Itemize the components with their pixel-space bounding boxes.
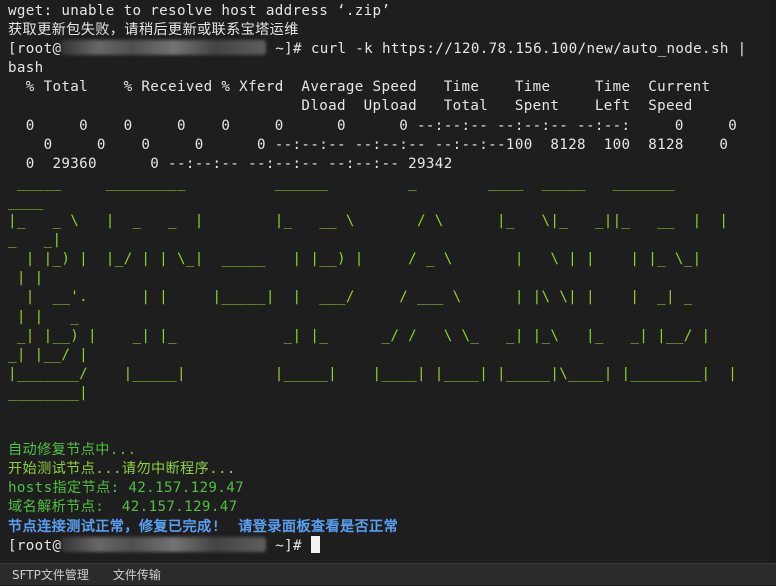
- terminal-line-text: | | _: [8, 308, 80, 325]
- terminal-line: | |_) | |_/ | | \_| _____ | |__) | / _ \…: [8, 250, 776, 269]
- terminal-line: |_______/ |_____| |_____| |____| |____| …: [8, 365, 776, 384]
- terminal-line-text: | |: [8, 270, 44, 287]
- terminal-line: _| |__) | _| |_ _| |_ _/ / \ \_ _| |_\ |…: [8, 327, 776, 346]
- terminal-line: _| |__/ |: [8, 346, 776, 365]
- terminal-line: 0 29360 0 --:--:-- --:--:-- --:--:-- 293…: [8, 155, 776, 174]
- prompt-prefix: [root@: [8, 41, 62, 58]
- terminal-line: 自动修复节点中...: [8, 441, 776, 460]
- terminal-line: |_ _ \ | _ _ | |_ __ \ / \ |_ \|_ _||_ _…: [8, 212, 776, 231]
- terminal-line: 获取更新包失败，请稍后更新或联系宝塔运维: [8, 21, 776, 40]
- terminal-line-text: Dload Upload Total Spent Left Speed: [8, 98, 693, 115]
- tab-sftp-file-manager[interactable]: SFTP文件管理: [0, 564, 101, 586]
- redacted-hostname: [61, 536, 267, 552]
- terminal-line-text: 0 29360 0 --:--:-- --:--:-- --:--:-- 293…: [8, 155, 453, 172]
- terminal-line-text: 获取更新包失败，请稍后更新或联系宝塔运维: [8, 22, 299, 39]
- terminal-line: | |: [8, 269, 776, 288]
- terminal-line-text: wget: unable to resolve host address ‘.z…: [8, 3, 391, 19]
- terminal-line: [root@ ~]# curl -k https://120.78.156.10…: [8, 40, 776, 59]
- terminal-window[interactable]: wget: unable to resolve host address ‘.z…: [0, 0, 776, 563]
- terminal-line-text: hosts指定节点: 42.157.129.47: [8, 480, 244, 497]
- terminal-line: 节点连接测试正常，修复已完成! 请登录面板查看是否正常: [8, 518, 776, 537]
- terminal-line-text: 开始测试节点...请勿中断程序...: [8, 461, 236, 478]
- prompt-prefix: [root@: [8, 537, 62, 554]
- tab-file-transfer[interactable]: 文件传输: [101, 564, 173, 586]
- terminal-line-text: 0 0 0 0 0 --:--:-- --:--:-- --:--:--100 …: [8, 136, 729, 153]
- terminal-cursor: [310, 535, 320, 553]
- terminal-line: wget: unable to resolve host address ‘.z…: [8, 2, 776, 21]
- redacted-hostname: [61, 40, 267, 56]
- terminal-line: 域名解析节点: 42.157.129.47: [8, 498, 776, 517]
- terminal-line: [root@ ~]#: [8, 535, 776, 556]
- terminal-line: bash: [8, 59, 776, 78]
- terminal-line-text: _ _|: [8, 232, 62, 249]
- terminal-line: 0 0 0 0 0 0 0 0 --:--:-- --:--:-- --:--:…: [8, 117, 776, 136]
- prompt-suffix: ~]#: [266, 537, 311, 554]
- terminal-line-text: |_______/ |_____| |_____| |____| |____| …: [8, 365, 738, 382]
- terminal-line-text: _| |__/ |: [8, 346, 89, 363]
- terminal-line-text: 域名解析节点: 42.157.129.47: [8, 499, 238, 516]
- terminal-line: _____ _________ ______ _ ____ _____ ____…: [8, 174, 776, 193]
- terminal-line-text: ____: [8, 193, 44, 210]
- terminal-line-text: 节点连接测试正常，修复已完成! 请登录面板查看是否正常: [8, 518, 399, 535]
- terminal-line: 开始测试节点...请勿中断程序...: [8, 460, 776, 479]
- terminal-line-text: curl -k https://120.78.156.100/new/auto_…: [310, 41, 747, 58]
- terminal-line: ____: [8, 193, 776, 212]
- terminal-line: hosts指定节点: 42.157.129.47: [8, 479, 776, 498]
- terminal-line: _ _|: [8, 231, 776, 250]
- terminal-line: Dload Upload Total Spent Left Speed: [8, 97, 776, 116]
- terminal-line: | __'. | | |_____| | ___/ / ___ \ | |\ \…: [8, 288, 776, 307]
- terminal-line-text: 自动修复节点中...: [8, 442, 137, 459]
- terminal-line-text: |_ _ \ | _ _ | |_ __ \ / \ |_ \|_ _||_ _…: [8, 213, 729, 230]
- terminal-line-text: ________|: [8, 384, 89, 401]
- terminal-scrollbar[interactable]: [770, 0, 776, 563]
- bottom-toolbar: SFTP文件管理 文件传输: [0, 563, 776, 585]
- terminal-line-text: _____ _________ ______ _ ____ _____ ____…: [8, 174, 675, 191]
- terminal-line-text: | __'. | | |_____| | ___/ / ___ \ | |\ \…: [8, 289, 693, 306]
- terminal-line: 0 0 0 0 0 --:--:-- --:--:-- --:--:--100 …: [8, 136, 776, 155]
- terminal-line-text: | |_) | |_/ | | \_| _____ | |__) | / _ \…: [8, 251, 702, 268]
- terminal-line: ________|: [8, 384, 776, 403]
- terminal-line-text: 0 0 0 0 0 0 0 0 --:--:-- --:--:-- --:--:…: [8, 117, 776, 134]
- terminal-output[interactable]: wget: unable to resolve host address ‘.z…: [8, 2, 776, 556]
- terminal-line: | | _: [8, 308, 776, 327]
- terminal-line-text: _| |__) | _| |_ _| |_ _/ / \ \_ _| |_\ |…: [8, 327, 711, 344]
- terminal-line: % Total % Received % Xferd Average Speed…: [8, 78, 776, 97]
- terminal-line-text: % Total % Received % Xferd Average Speed…: [8, 79, 711, 96]
- terminal-line-text: bash: [8, 60, 44, 77]
- prompt-suffix: ~]#: [266, 41, 311, 58]
